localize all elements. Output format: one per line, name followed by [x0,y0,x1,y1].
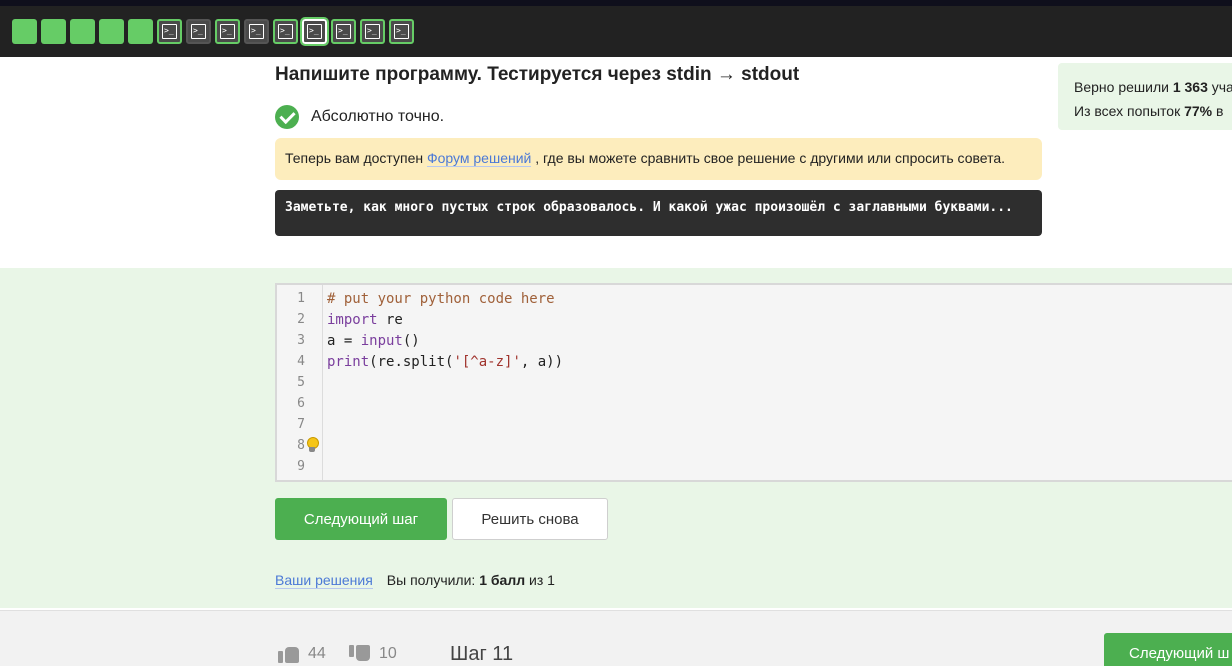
stats-attempts-line: Из всех попыток 77% в [1074,103,1224,119]
dislike-count: 10 [379,645,397,662]
terminal-icon: >_ [249,24,264,39]
code-editor[interactable]: 1 2 3 4 5 6 7 8 9 # put your python code… [275,283,1232,482]
builtin-input: input [360,333,403,349]
keyword-import: import [327,312,378,328]
line-number: 4 [297,354,305,369]
step-navigation-bar: >_ >_ >_ >_ >_ >_ >_ >_ >_ [0,0,1232,57]
terminal-icon: >_ [365,24,380,39]
hint-message: Заметьте, как много пустых строк образов… [275,190,1042,236]
solve-stats: Верно решили 1 363 уча Из всех попыток 7… [1058,63,1232,130]
thumbs-up-icon [278,644,300,664]
step-1[interactable] [12,19,37,44]
solved-count: 1 363 [1172,79,1208,95]
line-number: 8 [297,438,305,453]
like-count: 44 [308,645,326,662]
step-7[interactable]: >_ [186,19,211,44]
score-value: 1 балл [479,572,526,588]
step-2[interactable] [41,19,66,44]
line-number: 1 [297,291,305,306]
step-14[interactable]: >_ [389,19,414,44]
line-number: 6 [297,396,305,411]
step-6[interactable]: >_ [157,19,182,44]
builtin-print: print [327,354,370,370]
result-line: Ваши решения Вы получили: 1 балл из 1 [275,572,555,589]
score-text: Вы получили: 1 балл из 1 [386,572,555,588]
step-3[interactable] [70,19,95,44]
step-5[interactable] [128,19,153,44]
line-number: 3 [297,333,305,348]
line-gutter: 1 2 3 4 5 6 7 8 9 [277,285,323,480]
like-button[interactable]: 44 [278,644,326,664]
verdict: Абсолютно точно. [275,105,444,129]
dislike-button[interactable]: 10 [349,644,397,664]
code-line-4: print(re.split('[^a-z]', a)) [327,354,564,370]
thumbs-down-icon [349,644,371,664]
code-line-2: import re [327,312,403,328]
line-number: 2 [297,312,305,327]
footer-next-step-button[interactable]: Следующий ш [1104,633,1232,666]
success-rate: 77% [1184,103,1213,119]
terminal-icon: >_ [394,24,409,39]
forum-notice: Теперь вам доступен Форум решений , где … [275,138,1042,180]
terminal-icon: >_ [162,24,177,39]
step-11-current[interactable]: >_ [300,17,329,46]
terminal-icon: >_ [191,24,206,39]
check-circle-icon [275,105,299,129]
code-line-1: # put your python code here [327,291,555,307]
string-literal: '[^a-z]' [453,354,521,370]
line-number: 5 [297,375,305,390]
task-title: Напишите программу. Тестируется через st… [275,64,800,85]
stats-solved-line: Верно решили 1 363 уча [1074,79,1232,95]
step-label: Шаг 11 [450,643,514,665]
step-12[interactable]: >_ [331,19,356,44]
step-9[interactable]: >_ [244,19,269,44]
step-4[interactable] [99,19,124,44]
solve-again-button[interactable]: Решить снова [452,498,608,540]
terminal-icon: >_ [278,24,293,39]
forum-text-after: , где вы можете сравнить свое решение с … [531,150,1006,166]
line-number: 7 [297,417,305,432]
terminal-icon: >_ [220,24,235,39]
next-step-button[interactable]: Следующий шаг [275,498,447,540]
step-10[interactable]: >_ [273,19,298,44]
step-list: >_ >_ >_ >_ >_ >_ >_ >_ >_ [12,17,414,46]
verdict-text: Абсолютно точно. [311,108,445,125]
line-number: 9 [297,459,305,474]
terminal-icon: >_ [336,24,351,39]
forum-text-before: Теперь вам доступен [285,150,427,166]
code-line-3: a = input() [327,333,420,349]
your-solutions-link[interactable]: Ваши решения [275,572,373,589]
lightbulb-icon[interactable] [306,437,319,453]
step-8[interactable]: >_ [215,19,240,44]
forum-link[interactable]: Форум решений [426,150,532,167]
step-footer [0,610,1232,666]
terminal-icon: >_ [307,24,322,39]
step-13[interactable]: >_ [360,19,385,44]
